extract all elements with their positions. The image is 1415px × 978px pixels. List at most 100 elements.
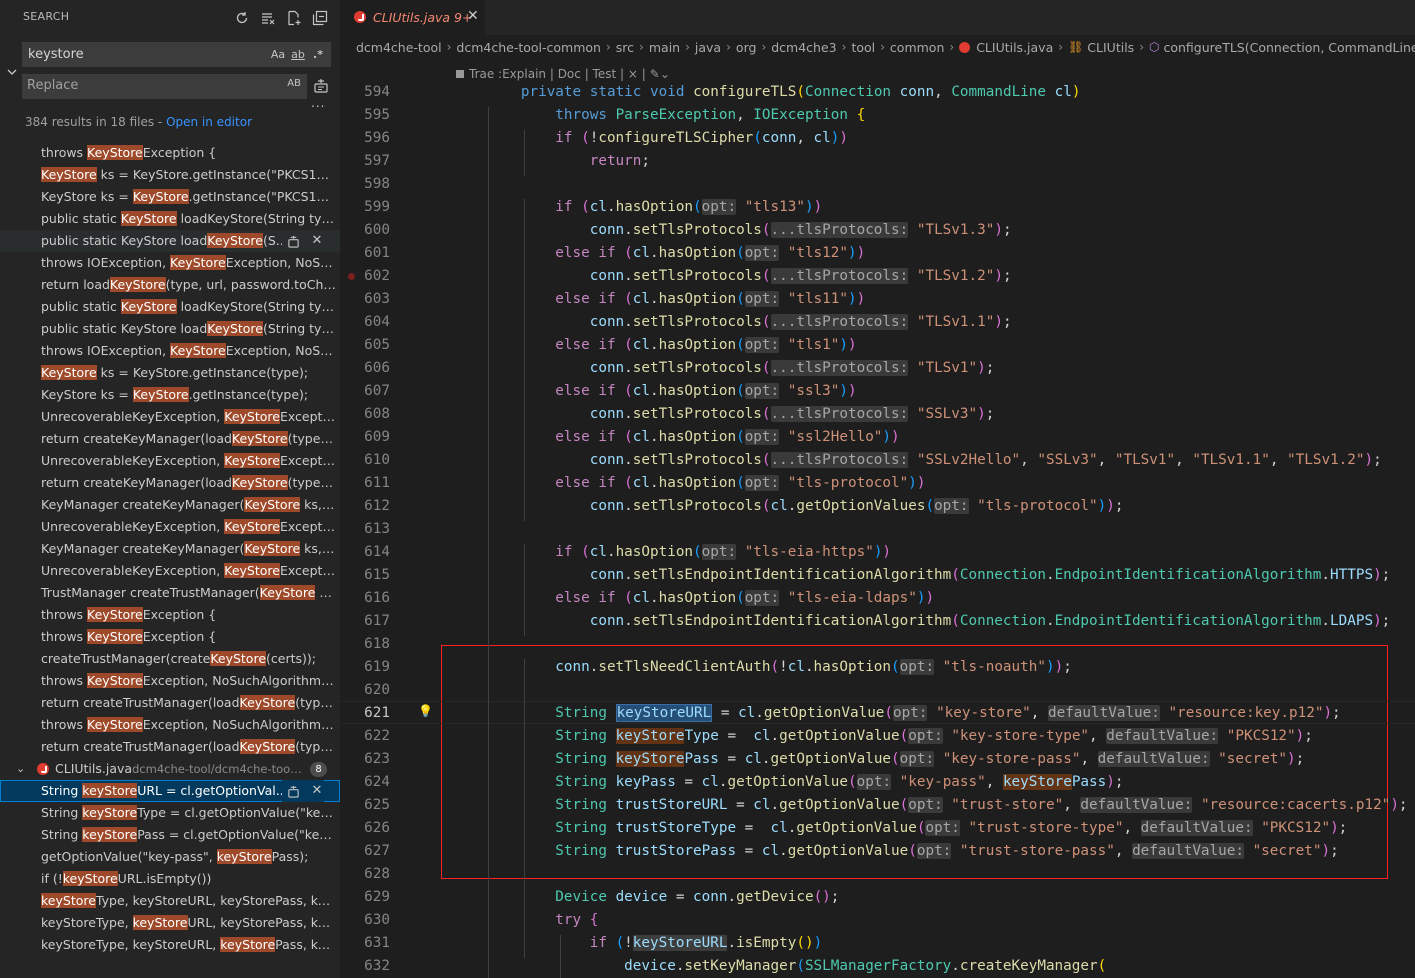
search-result-item[interactable]: KeyManager createKeyManager(KeyStore ks,… [0,538,340,560]
more-options-icon[interactable]: ... [311,96,325,110]
toggle-replace-chevron-icon[interactable] [5,64,19,78]
code-line[interactable]: device.setKeyManager(SSLManagerFactory.c… [452,958,1106,974]
search-result-item[interactable]: public static KeyStore loadKeyStore(Stri… [0,318,340,340]
search-result-item[interactable]: return loadKeyStore(type, url, password.… [0,274,340,296]
search-result-item[interactable]: return createKeyManager(loadKeyStore(typ… [0,428,340,450]
code-line[interactable]: return; [452,153,650,169]
dismiss-match-icon[interactable]: ✕ [310,783,324,798]
code-line[interactable]: else if (cl.hasOption(opt: "tls-eia-ldap… [452,590,934,606]
match-whole-word-toggle[interactable]: ab [290,46,306,63]
search-result-item[interactable]: throws KeyStoreException, NoSuchAlgorith… [0,714,340,736]
search-result-item[interactable]: String keyStorePass = cl.getOptionValue(… [0,824,340,846]
code-line[interactable]: if (cl.hasOption(opt: "tls13")) [452,199,822,215]
breadcrumb-item[interactable]: org [736,40,757,55]
search-result-item[interactable]: keyStoreType, keyStoreURL, keyStorePass,… [0,912,340,934]
search-result-item[interactable]: keyStoreType, keyStoreURL, keyStorePass,… [0,890,340,912]
search-result-item[interactable]: public static KeyStore loadKeyStore(S...… [0,230,340,252]
code-line[interactable]: else if (cl.hasOption(opt: "tls1")) [452,337,857,353]
breadcrumb-item[interactable]: dcm4che-tool-common [456,40,601,55]
search-result-item[interactable]: if (!keyStoreURL.isEmpty()) [0,868,340,890]
search-result-item[interactable]: public static KeyStore loadKeyStore(Stri… [0,208,340,230]
breadcrumb-item[interactable]: main [649,40,680,55]
codelens-ai-icon[interactable]: ✎⌄ [650,67,670,81]
code-line[interactable]: String keyPass = cl.getOptionValue(opt: … [452,774,1123,790]
breadcrumb-item[interactable]: ⬡ configureTLS(Connection, CommandLine) [1149,40,1415,55]
search-result-item[interactable]: throws KeyStoreException { [0,142,340,164]
code-line[interactable]: if (!configureTLSCipher(conn, cl)) [452,130,848,146]
breadcrumb-item[interactable]: ⛓ CLIUtils [1068,40,1134,55]
new-search-editor-icon[interactable] [285,9,302,26]
code-line[interactable]: String trustStoreURL = cl.getOptionValue… [452,797,1408,813]
search-input[interactable]: keystore Aa ab .* [22,42,331,67]
search-result-item[interactable]: return createKeyManager(loadKeyStore(typ… [0,472,340,494]
code-line[interactable]: else if (cl.hasOption(opt: "ssl2Hello")) [452,429,900,445]
breakpoint-hint-icon[interactable] [348,273,355,280]
code-line[interactable]: if (!keyStoreURL.isEmpty()) [452,935,822,951]
search-result-item[interactable]: getOptionValue("key-pass", keyStorePass)… [0,846,340,868]
replace-input[interactable]: Replace AB [22,74,307,99]
search-result-item[interactable]: return createTrustManager(loadKeyStore(t… [0,736,340,758]
breadcrumb-item[interactable]: tool [851,40,875,55]
code-line[interactable]: conn.setTlsProtocols(...tlsProtocols: "S… [452,406,994,422]
use-regex-toggle[interactable]: .* [310,46,326,63]
code-line[interactable]: else if (cl.hasOption(opt: "tls-protocol… [452,475,925,491]
code-line[interactable]: throws ParseException, IOException { [452,107,865,123]
search-result-item[interactable]: KeyStore ks = KeyStore.getInstance("PKCS… [0,164,340,186]
code-line[interactable]: conn.setTlsProtocols(cl.getOptionValues(… [452,498,1123,514]
search-result-item[interactable]: KeyStore ks = KeyStore.getInstance(type)… [0,362,340,384]
search-result-item[interactable]: String keyStoreType = cl.getOptionValue(… [0,802,340,824]
search-result-item[interactable]: KeyManager createKeyManager(KeyStore ks,… [0,494,340,516]
code-line[interactable]: if (cl.hasOption(opt: "tls-eia-https")) [452,544,891,560]
chevron-down-icon[interactable]: ⌄ [16,758,25,780]
replace-match-icon[interactable] [286,784,300,798]
search-result-item[interactable]: throws IOException, KeyStoreException, N… [0,340,340,362]
search-result-item[interactable]: UnrecoverableKeyException, KeyStoreExcep… [0,560,340,582]
breadcrumb-item[interactable]: dcm4che-tool [356,40,442,55]
search-result-item[interactable]: UnrecoverableKeyException, KeyStoreExcep… [0,516,340,538]
dismiss-match-icon[interactable]: ✕ [310,233,324,248]
search-result-item[interactable]: return createTrustManager(loadKeyStore(t… [0,692,340,714]
close-tab-icon[interactable]: ✕ [467,8,479,24]
code-line[interactable]: conn.setTlsProtocols(...tlsProtocols: "T… [452,268,1012,284]
search-result-item[interactable]: createTrustManager(createKeyStore(certs)… [0,648,340,670]
search-result-item[interactable]: throws KeyStoreException { [0,626,340,648]
code-line[interactable]: conn.setTlsProtocols(...tlsProtocols: "S… [452,452,1382,468]
search-result-item[interactable]: throws KeyStoreException, NoSuchAlgorith… [0,670,340,692]
code-line[interactable]: conn.setTlsProtocols(...tlsProtocols: "T… [452,360,994,376]
file-result-cliutils[interactable]: ⌄ CLIUtils.java dcm4che-tool/dcm4che-tool-… [0,758,340,780]
code-line[interactable]: Device device = conn.getDevice(); [452,889,839,905]
code-line[interactable]: else if (cl.hasOption(opt: "ssl3")) [452,383,857,399]
codelens[interactable]: Trae :Explain | Doc | Test | × | ✎⌄ [456,67,670,81]
preserve-case-toggle[interactable]: AB [287,78,301,89]
code-line[interactable]: try { [452,912,598,928]
breadcrumb-item[interactable]: dcm4che3 [771,40,836,55]
replace-all-icon[interactable] [313,78,329,94]
code-line[interactable]: else if (cl.hasOption(opt: "tls12")) [452,245,865,261]
code-line[interactable]: String trustStoreType = cl.getOptionValu… [452,820,1347,836]
code-line[interactable]: conn.setTlsEndpointIdentificationAlgorit… [452,613,1391,629]
refresh-icon[interactable] [233,9,250,26]
search-result-item[interactable]: TrustManager createTrustManager(KeyStore… [0,582,340,604]
code-area[interactable]: Trae :Explain | Doc | Test | × | ✎⌄ 594 p… [340,60,1415,978]
breadcrumb-item[interactable]: common [890,40,944,55]
search-result-item[interactable]: UnrecoverableKeyException, KeyStoreExcep… [0,406,340,428]
search-result-item[interactable]: UnrecoverableKeyException, KeyStoreExcep… [0,450,340,472]
search-result-item[interactable]: KeyStore ks = KeyStore.getInstance(type)… [0,384,340,406]
lightbulb-icon[interactable]: 💡 [418,704,433,718]
search-result-item[interactable]: throws KeyStoreException { [0,604,340,626]
code-line[interactable]: conn.setTlsProtocols(...tlsProtocols: "T… [452,314,1012,330]
code-line[interactable]: String keyStorePass = cl.getOptionValue(… [452,751,1304,767]
breadcrumb-item[interactable]: java [695,40,721,55]
code-line[interactable]: conn.setTlsNeedClientAuth(!cl.hasOption(… [452,659,1072,675]
collapse-all-icon[interactable] [311,9,328,26]
replace-match-icon[interactable] [286,234,300,248]
code-line[interactable]: else if (cl.hasOption(opt: "tls11")) [452,291,865,307]
code-line[interactable]: conn.setTlsEndpointIdentificationAlgorit… [452,567,1391,583]
search-result-item[interactable]: KeyStore ks = KeyStore.getInstance("PKCS… [0,186,340,208]
code-line[interactable]: String keyStoreURL = cl.getOptionValue(o… [452,704,1341,722]
code-line[interactable]: String trustStorePass = cl.getOptionValu… [452,843,1339,859]
search-result-item[interactable]: String keyStoreURL = cl.getOptionVal... ✕ [0,780,340,802]
clear-results-icon[interactable] [259,9,276,26]
open-in-editor-link[interactable]: Open in editor [166,115,252,129]
search-result-item[interactable]: throws IOException, KeyStoreException, N… [0,252,340,274]
